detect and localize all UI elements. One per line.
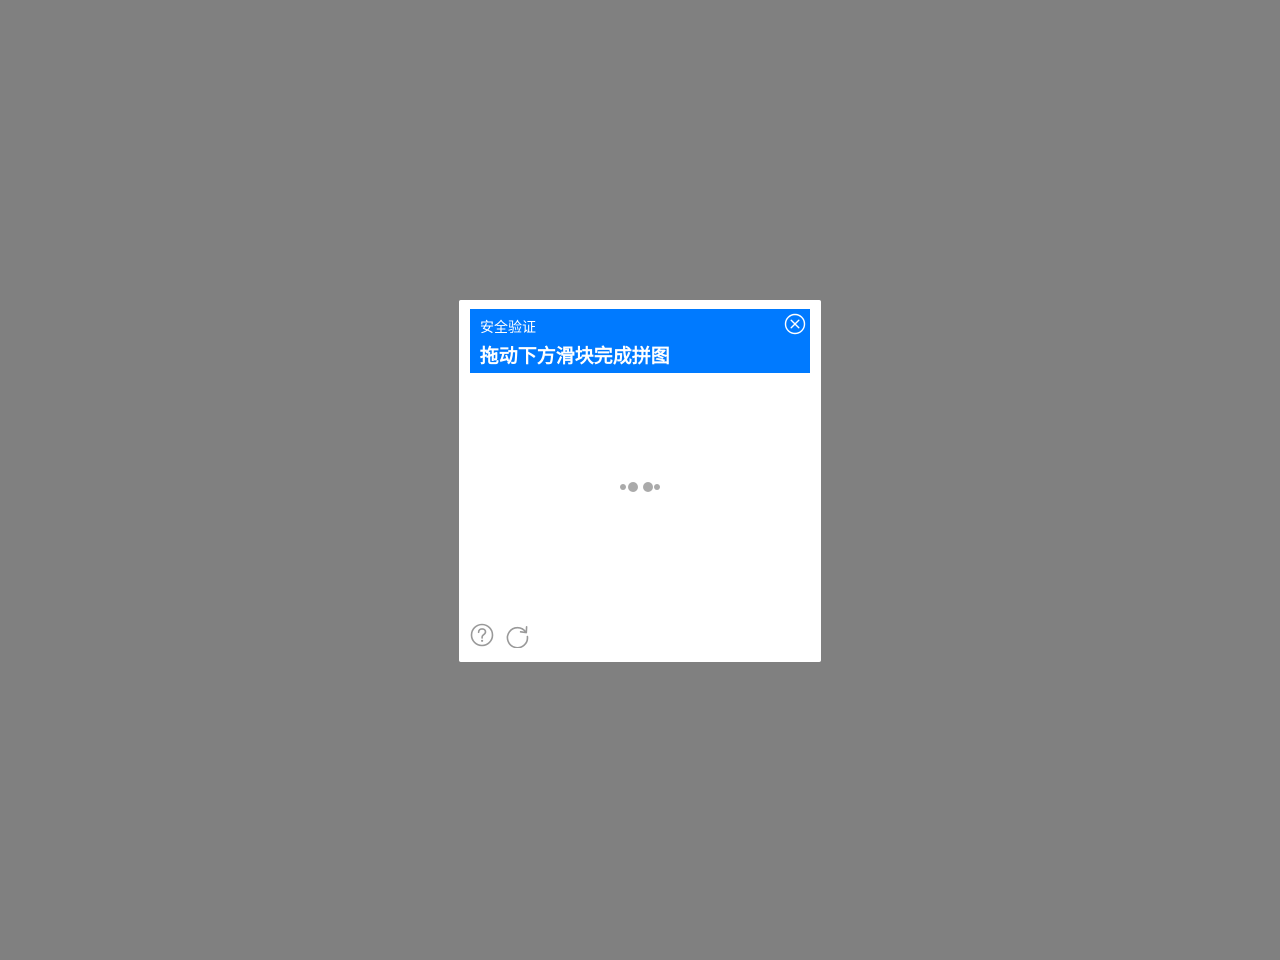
help-circle-icon bbox=[470, 623, 494, 647]
puzzle-image-area bbox=[470, 373, 810, 603]
security-verification-dialog: 安全验证 拖动下方滑块完成拼图 bbox=[459, 300, 821, 662]
dialog-subtitle: 安全验证 bbox=[480, 320, 536, 336]
dialog-header: 安全验证 拖动下方滑块完成拼图 bbox=[470, 309, 810, 373]
dialog-footer bbox=[470, 622, 810, 650]
dialog-title: 拖动下方滑块完成拼图 bbox=[480, 345, 671, 367]
refresh-icon bbox=[506, 626, 529, 648]
refresh-button[interactable] bbox=[505, 622, 531, 648]
close-button[interactable] bbox=[784, 313, 806, 335]
help-button[interactable] bbox=[470, 622, 496, 648]
loading-dots-icon bbox=[620, 482, 660, 492]
close-circle-icon bbox=[784, 313, 806, 335]
